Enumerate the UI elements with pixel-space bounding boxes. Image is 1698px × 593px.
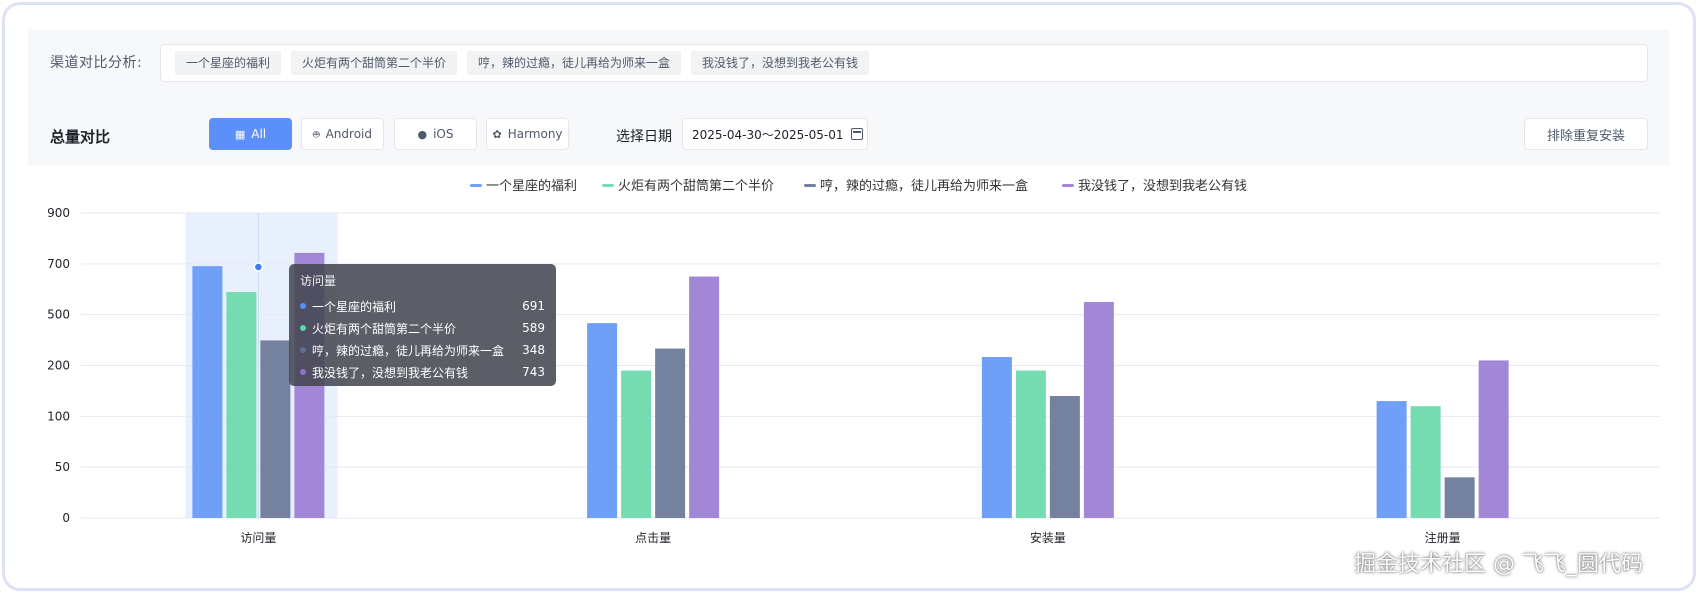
y-tick-label: 50 [55, 460, 70, 474]
bar [981, 357, 1012, 518]
tooltip-series-name: 哼，辣的过瘾，徒儿再给为师来一盒 [312, 343, 505, 358]
platform-label: iOS [433, 127, 454, 141]
y-tick-label: 700 [47, 257, 70, 271]
platform-label: Harmony [507, 127, 563, 141]
legend-swatch [804, 184, 816, 187]
series-dot [300, 303, 306, 309]
y-tick-label: 200 [47, 359, 70, 373]
tooltip-value: 348 [522, 343, 545, 357]
series-dot [300, 325, 306, 331]
filter-row: 总量对比 ▦ All 🤖︎ Android ● iOS ✿ Harmony 选择… [28, 104, 1670, 164]
section-title: 总量对比 [50, 128, 111, 146]
platform-all-button[interactable]: ▦ All [209, 118, 292, 150]
bar [260, 340, 291, 518]
bar [226, 292, 257, 518]
bar [1410, 406, 1441, 518]
bar-chart[interactable]: 900700500200100500访问量 点击量 安装量 注册量一个星座的福利 火炬有… [28, 166, 1670, 566]
tooltip-row: 火炬有两个甜筒第二个半价 589 [300, 317, 545, 339]
date-range-picker[interactable]: 2025-04-30～2025-05-01 [682, 118, 868, 150]
legend-label: 火炬有两个甜筒第二个半价 [618, 178, 774, 194]
series-dot [300, 347, 306, 353]
date-label: 选择日期 [616, 129, 672, 145]
legend-label: 一个星座的福利 [486, 178, 577, 194]
tooltip-series-name: 火炬有两个甜筒第二个半价 [312, 321, 457, 336]
y-tick-label: 0 [62, 511, 70, 525]
tooltip-series-name: 我没钱了，没想到我老公有钱 [312, 365, 469, 380]
apple-icon: ● [417, 127, 428, 141]
tooltip-value: 589 [522, 321, 545, 335]
bar [192, 266, 223, 518]
bar [1376, 401, 1407, 518]
bar [1478, 360, 1509, 518]
channel-tag[interactable]: 哼，辣的过瘾，徒儿再给为师来一盒 [467, 51, 682, 75]
tooltip-value: 743 [522, 365, 545, 379]
channel-tag[interactable]: 一个星座的福利 [175, 51, 282, 75]
tooltip-row: 哼，辣的过瘾，徒儿再给为师来一盒 348 [300, 339, 545, 361]
bar [1444, 477, 1475, 518]
chart-tooltip: 访问量 一个星座的福利 691 火炬有两个甜筒第二个半价 589 哼，辣的过瘾，… [289, 264, 556, 386]
grid-icon: ▦ [234, 127, 246, 141]
channel-label: 渠道对比分析: [50, 55, 143, 71]
x-tick-label: 安装量 [1030, 530, 1066, 545]
y-tick-label: 500 [47, 308, 70, 322]
channel-select[interactable]: 一个星座的福利 火炬有两个甜筒第二个半价 哼，辣的过瘾，徒儿再给为师来一盒 我没… [160, 44, 1648, 82]
channel-row: 渠道对比分析: 一个星座的福利 火炬有两个甜筒第二个半价 哼，辣的过瘾，徒儿再给… [28, 30, 1670, 94]
tooltip-title: 访问量 [300, 274, 337, 288]
series-dot [300, 369, 306, 375]
calendar-icon [851, 128, 864, 140]
tooltip-series-name: 一个星座的福利 [312, 299, 397, 314]
bar [1049, 396, 1080, 518]
y-tick-label: 900 [47, 206, 70, 220]
date-range-value: 2025-04-30～2025-05-01 [692, 127, 844, 142]
bar [621, 370, 652, 518]
channel-tag[interactable]: 我没钱了，没想到我老公有钱 [691, 51, 870, 75]
bar [1083, 301, 1114, 518]
legend-label: 我没钱了，没想到我老公有钱 [1078, 178, 1247, 194]
tooltip-value: 691 [522, 299, 545, 313]
y-tick-label: 100 [47, 409, 70, 423]
huawei-icon: ✿ [492, 127, 502, 141]
platform-harmony-button[interactable]: ✿ Harmony [486, 118, 569, 150]
platform-label: Android [325, 127, 372, 141]
legend-label: 哼，辣的过瘾，徒儿再给为师来一盒 [820, 178, 1028, 194]
x-tick-label: 注册量 [1425, 530, 1461, 545]
legend-swatch [1062, 184, 1074, 187]
dedupe-install-button[interactable]: 排除重复安装 [1524, 118, 1648, 150]
channel-tag[interactable]: 火炬有两个甜筒第二个半价 [291, 51, 458, 75]
tooltip-row: 一个星座的福利 691 [300, 295, 545, 317]
platform-ios-button[interactable]: ● iOS [394, 118, 477, 150]
bar [587, 323, 618, 518]
bar [1015, 370, 1046, 518]
x-tick-label: 访问量 [240, 531, 276, 545]
axis-pointer-dot [253, 262, 264, 272]
bar [655, 348, 686, 518]
platform-label: All [251, 127, 267, 141]
legend-swatch [602, 184, 614, 187]
bar [689, 276, 720, 518]
tooltip-row: 我没钱了，没想到我老公有钱 743 [300, 361, 545, 383]
x-tick-label: 点击量 [635, 531, 671, 545]
chart-card: 900 700 500 200 100 50 0 访问量 点击量 安装量 注册量 一个星座的福利 火炬有… [28, 166, 1670, 566]
watermark: 掘金技术社区 @ 飞飞_圆代码 [1354, 552, 1643, 577]
platform-android-button[interactable]: 🤖︎ Android [301, 118, 384, 150]
legend-swatch [470, 184, 482, 187]
android-icon: 🤖︎ [312, 127, 320, 141]
